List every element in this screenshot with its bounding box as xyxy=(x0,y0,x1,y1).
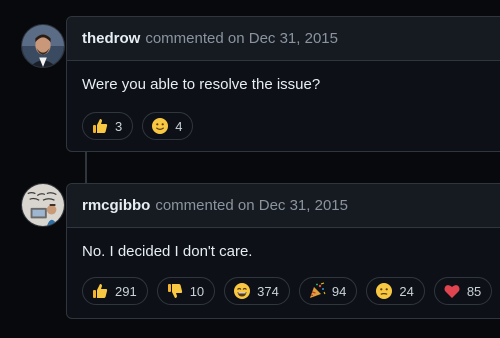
reaction-heart[interactable]: 85 xyxy=(433,277,493,305)
reaction-thumbs-up[interactable]: 291 xyxy=(82,277,148,305)
thumbs-up-icon xyxy=(91,117,109,135)
comment-author[interactable]: thedrow xyxy=(82,30,140,47)
issue-timeline: thedrow commented on Dec 31, 2015 Were y… xyxy=(0,0,500,338)
comment-header: rmcgibbo commented on Dec 31, 2015 xyxy=(67,184,500,228)
comment-action: commented on xyxy=(145,30,245,47)
comment-body: Were you able to resolve the issue? xyxy=(82,76,321,93)
heart-icon xyxy=(443,282,461,300)
reactions-bar: 3 4 xyxy=(67,112,500,140)
comment-author[interactable]: rmcgibbo xyxy=(82,197,150,214)
comment-body: No. I decided I don't care. xyxy=(82,243,253,260)
avatar-thedrow[interactable] xyxy=(21,24,65,68)
reaction-count: 374 xyxy=(257,283,279,299)
smile-icon xyxy=(151,117,169,135)
reaction-laugh[interactable]: 374 xyxy=(224,277,290,305)
reaction-thumbs-up[interactable]: 3 xyxy=(82,112,134,140)
reaction-smile[interactable]: 4 xyxy=(142,112,194,140)
reaction-count: 24 xyxy=(399,283,414,299)
comment-meta: commented on Dec 31, 2015 xyxy=(155,197,348,214)
thumbs-down-icon xyxy=(166,282,184,300)
reactions-bar: 291 10 374 94 24 85 xyxy=(67,277,500,305)
comment-date[interactable]: Dec 31, 2015 xyxy=(259,197,348,214)
hooray-icon xyxy=(308,282,326,300)
reaction-count: 85 xyxy=(466,283,482,299)
reaction-confused[interactable]: 24 xyxy=(366,277,425,305)
comment-rmcgibbo: rmcgibbo commented on Dec 31, 2015 No. I… xyxy=(66,183,500,319)
reaction-count: 10 xyxy=(189,283,205,299)
comment-action: commented on xyxy=(155,197,255,214)
reaction-count: 3 xyxy=(115,118,123,134)
avatar-rmcgibbo[interactable] xyxy=(21,183,65,227)
confused-icon xyxy=(375,282,393,300)
comment-meta: commented on Dec 31, 2015 xyxy=(145,30,338,47)
reaction-count: 4 xyxy=(175,118,183,134)
reaction-hooray[interactable]: 94 xyxy=(298,277,358,305)
comment-header: thedrow commented on Dec 31, 2015 xyxy=(67,17,500,61)
comment-date[interactable]: Dec 31, 2015 xyxy=(249,30,338,47)
reaction-thumbs-down[interactable]: 10 xyxy=(156,277,216,305)
reaction-count: 94 xyxy=(331,283,347,299)
laugh-icon xyxy=(233,282,251,300)
reaction-count: 291 xyxy=(115,283,137,299)
thumbs-up-icon xyxy=(91,282,109,300)
timeline-connector xyxy=(85,152,87,183)
comment-thedrow: thedrow commented on Dec 31, 2015 Were y… xyxy=(66,16,500,152)
